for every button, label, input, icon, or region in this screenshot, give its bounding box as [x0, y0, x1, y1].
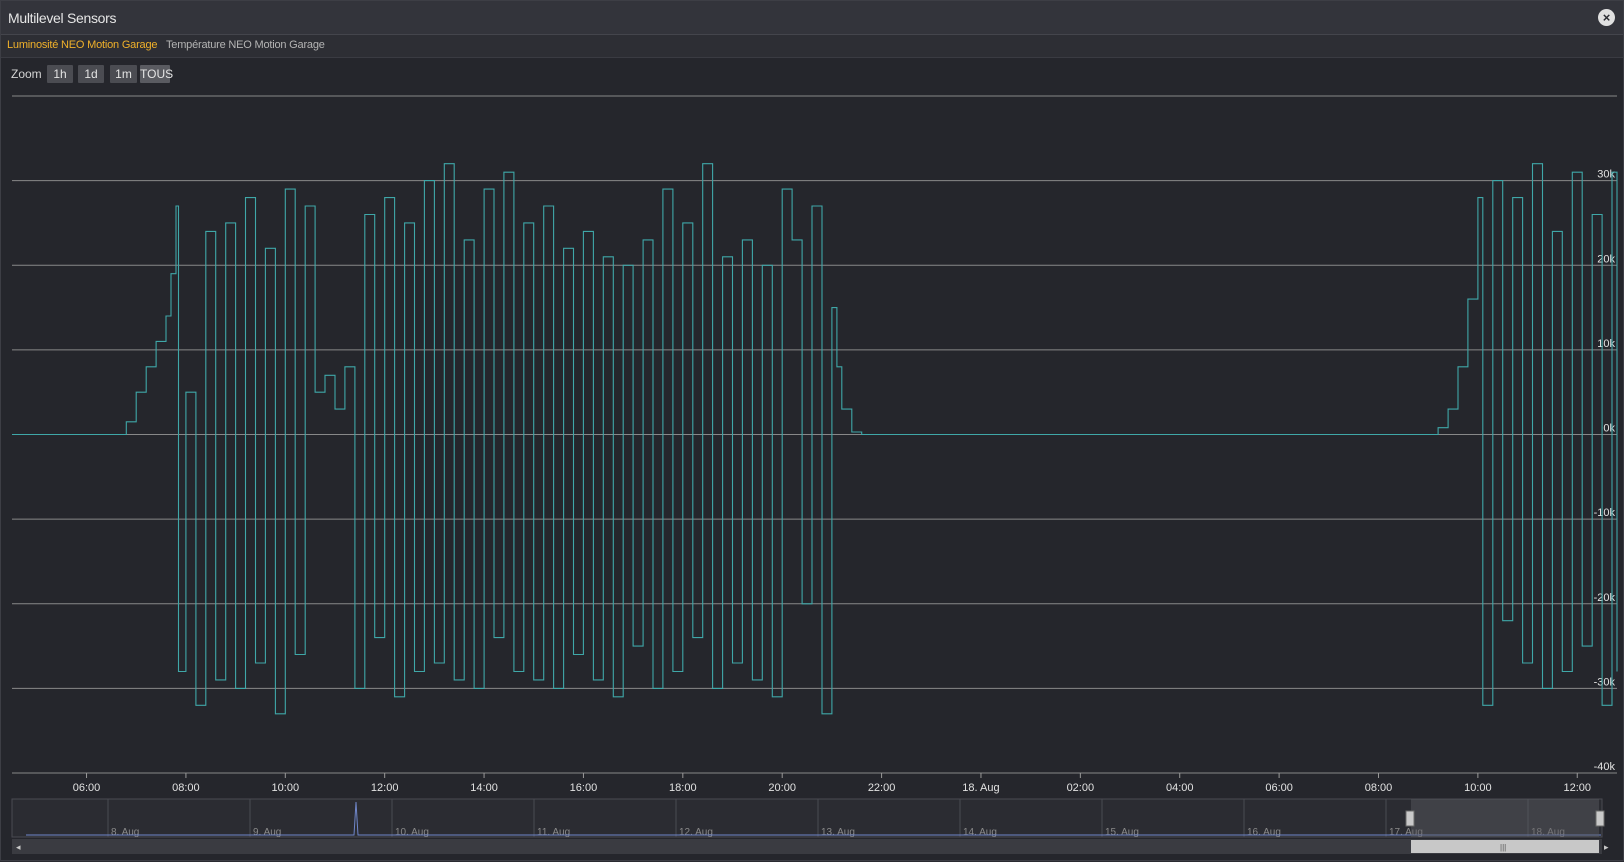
- x-tick-label: 12:00: [1563, 782, 1591, 794]
- y-tick-label: 30k: [1597, 169, 1615, 181]
- navigator-tick-label: 8. Aug: [111, 827, 139, 838]
- series-line: [12, 163, 1618, 715]
- scrollbar-grip-icon: |||: [1500, 843, 1506, 852]
- x-tick-label: 16:00: [570, 782, 598, 794]
- x-tick-label: 10:00: [1464, 782, 1492, 794]
- navigator-tick-label: 12. Aug: [679, 827, 713, 838]
- scroll-right-icon[interactable]: ▸: [1604, 842, 1609, 852]
- luminosity-chart: 30k20k10k0k-10k-20k-30k-40k 06:00 08:00 10…: [11, 95, 1618, 854]
- navigator-tick-label: 15. Aug: [1105, 827, 1139, 838]
- navigator-tick-label: 10. Aug: [395, 827, 429, 838]
- x-tick-label: 18. Aug: [962, 782, 999, 794]
- navigator-tick-label: 9. Aug: [253, 827, 281, 838]
- navigator-tick-label: 13. Aug: [821, 827, 855, 838]
- x-tick-label: 18:00: [669, 782, 697, 794]
- x-tick-label: 12:00: [371, 782, 399, 794]
- navigator-tick-label: 14. Aug: [963, 827, 997, 838]
- y-tick-label: 0k: [1603, 423, 1615, 435]
- x-tick-label: 04:00: [1166, 782, 1194, 794]
- x-tick-label: 20:00: [768, 782, 796, 794]
- y-tick-label: 20k: [1597, 253, 1615, 265]
- navigator-tick-label: 16. Aug: [1247, 827, 1281, 838]
- x-tick-label: 08:00: [1365, 782, 1393, 794]
- scroll-left-icon[interactable]: ◂: [16, 842, 21, 852]
- x-axis-ticks: 06:00 08:00 10:00 12:00 14:00 16:00 18:00 20:00…: [73, 773, 1591, 794]
- navigator-left-handle[interactable]: [1405, 810, 1415, 827]
- x-tick-label: 22:00: [868, 782, 896, 794]
- x-tick-label: 10:00: [272, 782, 300, 794]
- y-tick-label: -40k: [1594, 761, 1616, 773]
- multilevel-sensors-window: Multilevel Sensors × Luminosité NEO Moti…: [0, 0, 1624, 861]
- navigator-selection[interactable]: [1411, 799, 1599, 837]
- x-tick-label: 06:00: [1265, 782, 1293, 794]
- navigator-right-handle[interactable]: [1595, 810, 1605, 827]
- navigator-scrollbar-track[interactable]: [12, 839, 1602, 854]
- x-tick-label: 06:00: [73, 782, 101, 794]
- x-tick-label: 14:00: [470, 782, 498, 794]
- navigator-tick-label: 11. Aug: [537, 827, 570, 838]
- x-tick-label: 02:00: [1067, 782, 1095, 794]
- y-tick-label: 10k: [1597, 338, 1615, 350]
- x-tick-label: 08:00: [172, 782, 200, 794]
- navigator[interactable]: 8. Aug 9. Aug 10. Aug 11. Aug 12. Aug 13. Aug…: [11, 798, 1609, 854]
